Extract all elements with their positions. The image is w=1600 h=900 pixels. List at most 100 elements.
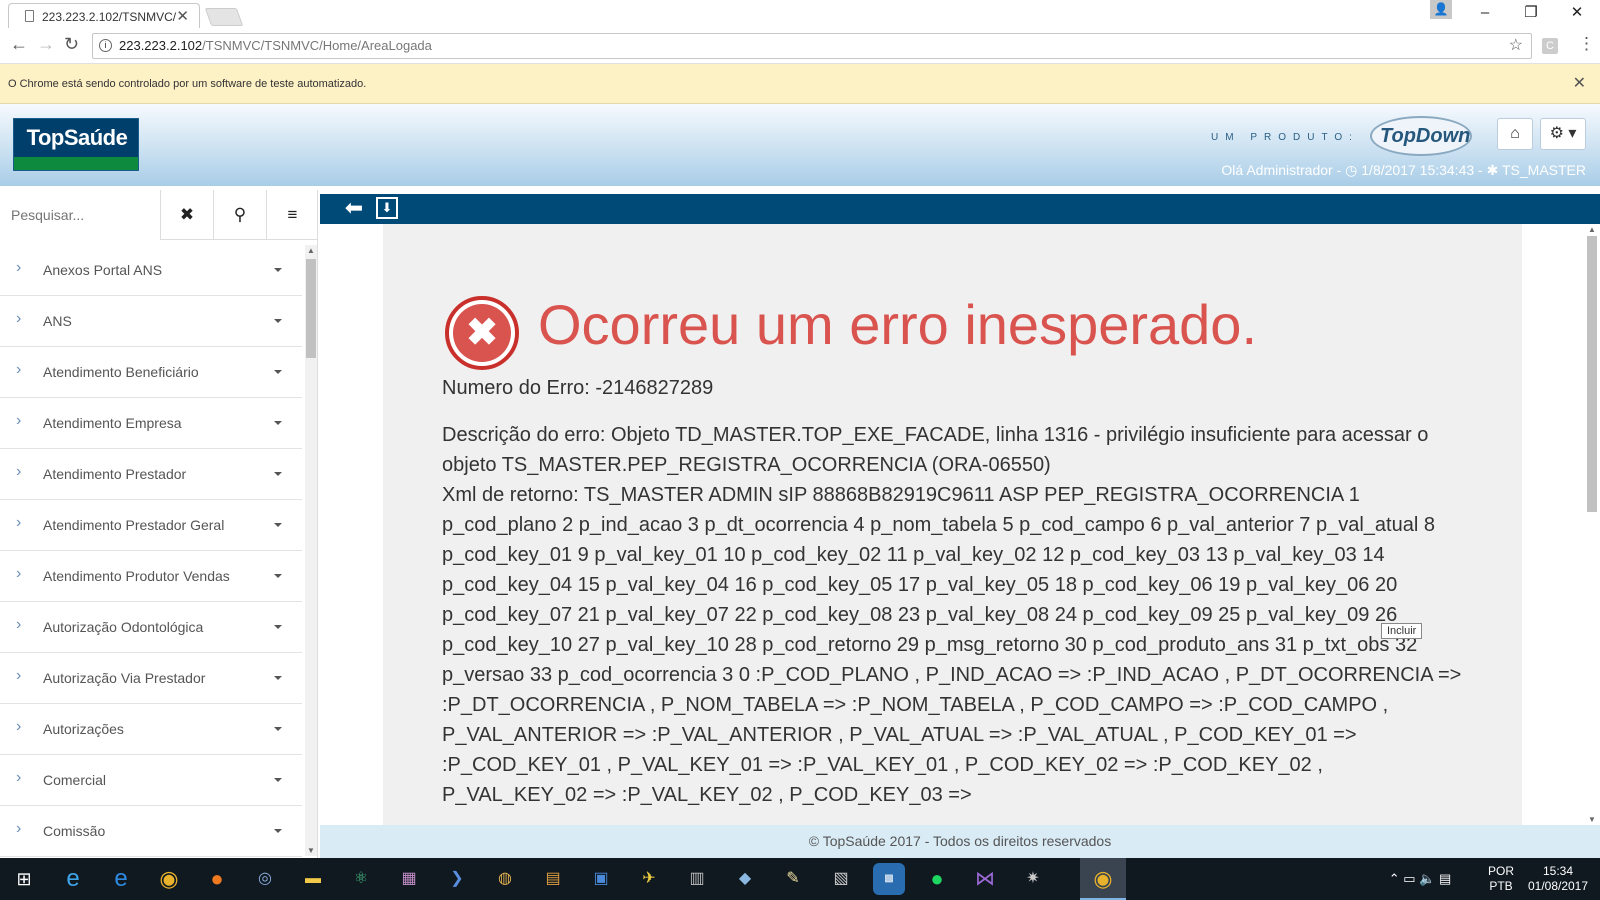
- info-icon[interactable]: i: [99, 39, 112, 52]
- visual-studio-icon[interactable]: ⋈: [969, 863, 1001, 895]
- main-content: ✖ Ocorreu um erro inesperado. Numero do …: [320, 224, 1584, 825]
- sidebar-item-label: ANS: [43, 313, 72, 329]
- sidebar-item-label: Autorização Odontológica: [43, 619, 204, 635]
- caret-down-icon: [274, 523, 282, 527]
- app-icon[interactable]: ✷: [1017, 863, 1049, 895]
- app-icon[interactable]: ◆: [729, 863, 761, 895]
- caret-down-icon: [274, 574, 282, 578]
- sidebar-item[interactable]: › Comercial: [0, 755, 302, 806]
- sidebar-item-label: Atendimento Empresa: [43, 415, 182, 431]
- sidebar-item-label: Atendimento Prestador: [43, 466, 187, 482]
- back-arrow-icon[interactable]: ⬅: [342, 197, 366, 221]
- close-tab-icon[interactable]: ✕: [176, 7, 189, 25]
- edge-icon[interactable]: e: [105, 863, 137, 895]
- powershell-icon[interactable]: ❯: [441, 863, 473, 895]
- search-button[interactable]: ⚲: [213, 190, 266, 240]
- sidebar-item[interactable]: › Atendimento Prestador: [0, 449, 302, 500]
- notepad-icon[interactable]: ✎: [777, 863, 809, 895]
- extension-icon[interactable]: C: [1542, 38, 1558, 54]
- app-icon[interactable]: ▣: [585, 863, 617, 895]
- keyboard-layout: PTB: [1489, 879, 1513, 893]
- scroll-down-icon[interactable]: ▼: [307, 846, 315, 855]
- clock-icon: ◷: [1345, 162, 1358, 178]
- clear-search-button[interactable]: ✖: [160, 190, 213, 240]
- chevron-right-icon: ›: [16, 310, 22, 327]
- restore-button[interactable]: ❐: [1508, 0, 1554, 28]
- scrollbar-thumb[interactable]: [1587, 236, 1597, 512]
- logo-text: TopSaúde: [26, 125, 128, 150]
- app-icon[interactable]: ▥: [681, 863, 713, 895]
- scroll-up-icon[interactable]: ▲: [1588, 225, 1596, 234]
- windows-start-icon[interactable]: ⊞: [8, 863, 40, 895]
- sidebar-item[interactable]: › Atendimento Beneficiário: [0, 347, 302, 398]
- forward-icon[interactable]: →: [37, 34, 55, 55]
- sidebar-item-label: Comissão: [43, 823, 106, 839]
- url-input[interactable]: i 223.223.2.102/TSNMVC/TSNMVC/Home/AreaL…: [92, 33, 1532, 59]
- close-icon: ✖: [179, 205, 195, 224]
- atom-icon[interactable]: ⚛: [345, 863, 377, 895]
- system-tray-icons[interactable]: ⌃ ▭ 🔈 ▤: [1360, 858, 1480, 900]
- greeting: Olá Administrador: [1221, 162, 1333, 178]
- scrollbar-thumb[interactable]: [306, 259, 316, 358]
- clock[interactable]: 15:34 01/08/2017: [1520, 858, 1596, 900]
- app-icon[interactable]: ▩: [873, 863, 905, 895]
- scroll-down-icon[interactable]: ▼: [1588, 815, 1596, 824]
- error-title: Ocorreu um erro inesperado.: [538, 293, 1258, 356]
- chevron-right-icon: ›: [16, 412, 22, 429]
- close-window-button[interactable]: ✕: [1554, 0, 1600, 28]
- windows-taskbar: ⊞ e e ◉ ● ◎ ▬ ⚛ ▦ ❯ ◍ ▤ ▣ ✈ ▥ ◆ ✎ ▧ ▩ ● …: [0, 858, 1600, 900]
- home-icon: ⌂: [1510, 125, 1520, 142]
- new-tab-button[interactable]: [204, 8, 244, 26]
- network-app-icon[interactable]: ◎: [249, 863, 281, 895]
- sidebar-item[interactable]: › Autorização Odontológica: [0, 602, 302, 653]
- app-icon[interactable]: ◍: [489, 863, 521, 895]
- browser-tab-bar: 223.223.2.102/TSNMVC/ ✕ 👤 – ❐ ✕: [0, 0, 1600, 28]
- reload-icon[interactable]: ↻: [64, 34, 79, 55]
- chevron-right-icon: ›: [16, 820, 22, 837]
- chrome-icon[interactable]: ◉: [153, 863, 185, 895]
- sidebar-item[interactable]: › Atendimento Produtor Vendas: [0, 551, 302, 602]
- sidebar-item[interactable]: › Anexos Portal ANS: [0, 245, 302, 296]
- minimize-button[interactable]: –: [1462, 0, 1508, 28]
- spotify-icon[interactable]: ●: [921, 863, 953, 895]
- bookmark-star-icon[interactable]: ☆: [1509, 34, 1523, 58]
- scroll-up-icon[interactable]: ▲: [307, 246, 315, 255]
- save-icon[interactable]: ⬇: [376, 197, 398, 219]
- app-icon[interactable]: ✈: [633, 863, 665, 895]
- chrome-icon[interactable]: ◉: [1087, 863, 1119, 895]
- back-icon[interactable]: ←: [10, 34, 28, 55]
- chevron-right-icon: ›: [16, 718, 22, 735]
- settings-button[interactable]: ⚙ ▾: [1540, 118, 1586, 150]
- sidebar-item[interactable]: › Comissão: [0, 806, 302, 857]
- sidebar-item[interactable]: › ANS: [0, 296, 302, 347]
- sidebar-item[interactable]: › Atendimento Empresa: [0, 398, 302, 449]
- browser-tab[interactable]: 223.223.2.102/TSNMVC/ ✕: [8, 3, 200, 28]
- error-panel: ✖ Ocorreu um erro inesperado. Numero do …: [383, 224, 1522, 825]
- app-icon[interactable]: ▤: [537, 863, 569, 895]
- file-explorer-icon[interactable]: ▬: [297, 863, 329, 895]
- user-profile-icon[interactable]: 👤: [1430, 0, 1452, 19]
- app-icon[interactable]: ▧: [825, 863, 857, 895]
- sidebar: ✖ ⚲ ≡ › Anexos Portal ANS › ANS › Atendimen…: [0, 190, 318, 858]
- close-infobar-icon[interactable]: ✕: [1573, 64, 1586, 104]
- automation-infobar: O Chrome está sendo controlado por um so…: [0, 64, 1600, 104]
- menu-toggle-button[interactable]: ≡: [266, 190, 318, 240]
- internet-explorer-icon[interactable]: e: [57, 863, 89, 895]
- topdown-logo: TopDown: [1370, 116, 1472, 156]
- sidebar-item[interactable]: › Autorizações: [0, 704, 302, 755]
- topsaude-logo[interactable]: TopSaúde: [13, 118, 139, 171]
- app-icon[interactable]: ▦: [393, 863, 425, 895]
- main-scrollbar[interactable]: ▲ ▼: [1584, 224, 1600, 825]
- app-header: TopSaúde UM PRODUTO: TopDown ⌂ ⚙ ▾ Olá A…: [0, 104, 1600, 190]
- sidebar-scrollbar[interactable]: ▲ ▼: [305, 245, 317, 856]
- sidebar-item[interactable]: › Atendimento Prestador Geral: [0, 500, 302, 551]
- tab-title: 223.223.2.102/TSNMVC/: [42, 10, 177, 24]
- chevron-right-icon: ›: [16, 769, 22, 786]
- search-input[interactable]: [0, 190, 160, 240]
- language-indicator[interactable]: POR PTB: [1484, 858, 1518, 900]
- footer-text: © TopSaúde 2017 - Todos os direitos rese…: [808, 833, 1112, 849]
- home-button[interactable]: ⌂: [1497, 118, 1533, 150]
- menu-kebab-icon[interactable]: ⋮: [1578, 34, 1595, 54]
- firefox-icon[interactable]: ●: [201, 863, 233, 895]
- sidebar-item[interactable]: › Autorização Via Prestador: [0, 653, 302, 704]
